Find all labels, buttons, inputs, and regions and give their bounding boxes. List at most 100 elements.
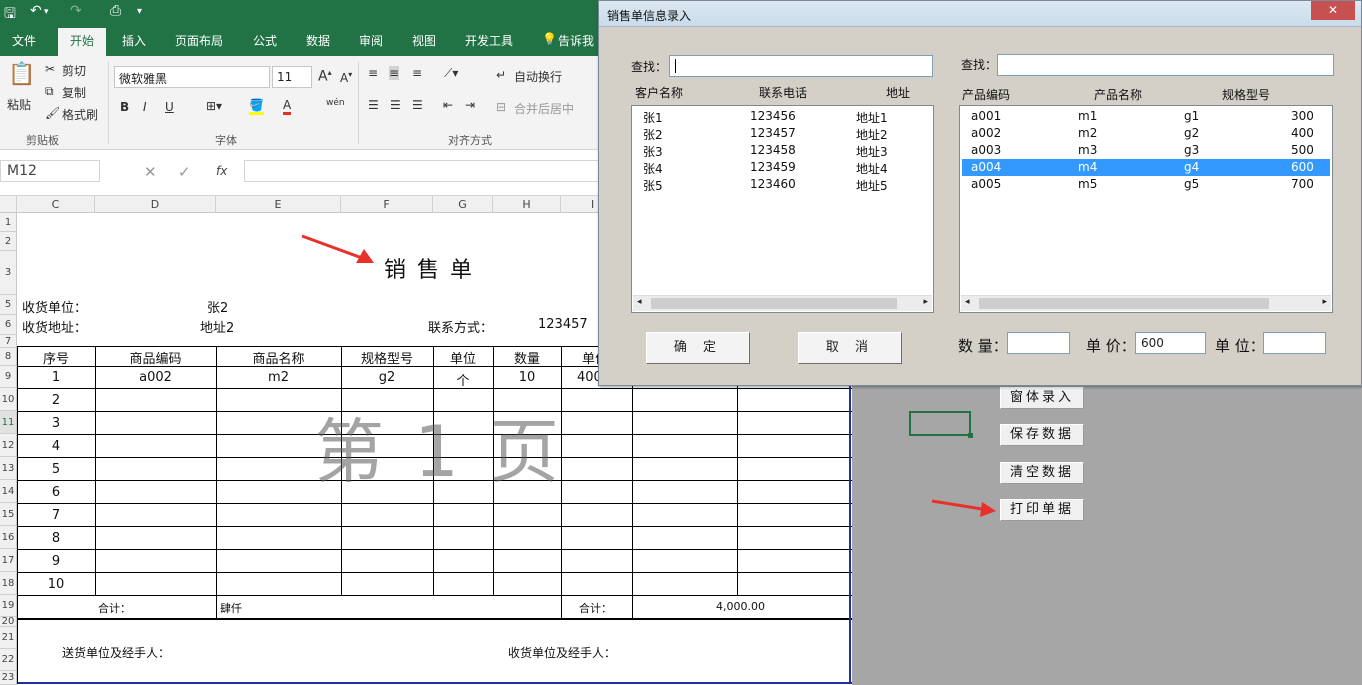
- italic-button[interactable]: I: [143, 100, 147, 114]
- merge-center-button[interactable]: 合并后居中: [514, 100, 574, 117]
- redo-icon[interactable]: ↷: [70, 3, 82, 19]
- enter-icon[interactable]: ✓: [178, 163, 191, 181]
- fill-handle[interactable]: [968, 433, 973, 438]
- table-cell[interactable]: m2: [216, 370, 341, 385]
- table-cell[interactable]: 5: [17, 462, 95, 477]
- list-item[interactable]: a005 m5 g5 700: [962, 176, 1330, 193]
- row-header[interactable]: 22: [0, 649, 17, 671]
- cancel-button[interactable]: 取 消: [798, 332, 902, 364]
- cancel-icon[interactable]: ✕: [144, 163, 157, 181]
- scroll-right-icon[interactable]: ▸: [923, 297, 928, 307]
- tab-developer[interactable]: 开发工具: [465, 32, 513, 49]
- name-box[interactable]: M12: [0, 160, 100, 182]
- print-preview-icon[interactable]: ⎙: [110, 3, 121, 19]
- customize-toolbar-icon[interactable]: ▾: [137, 6, 142, 17]
- table-cell[interactable]: 6: [17, 485, 95, 500]
- column-header[interactable]: F: [341, 196, 433, 213]
- list-item[interactable]: a003 m3 g3 500: [962, 142, 1330, 159]
- column-header[interactable]: G: [433, 196, 493, 213]
- table-cell[interactable]: 10: [493, 370, 561, 385]
- cut-button[interactable]: 剪切: [62, 62, 86, 79]
- copy-button[interactable]: 复制: [62, 84, 86, 101]
- horizontal-scrollbar[interactable]: ◂ ▸: [633, 295, 932, 311]
- product-list[interactable]: a001 m1 g1 300 a002 m2 g2 400 a003 m3 g3 500 a004…: [959, 105, 1333, 313]
- undo-dropdown-icon[interactable]: ▾: [44, 7, 49, 17]
- tab-tell-me[interactable]: 告诉我: [558, 32, 594, 49]
- row-header[interactable]: 12: [0, 434, 17, 457]
- table-cell[interactable]: 10: [17, 577, 95, 592]
- active-cell-outline[interactable]: [909, 411, 971, 436]
- scrollbar-thumb[interactable]: [651, 298, 897, 309]
- form-entry-button[interactable]: 窗体录入: [1000, 387, 1084, 409]
- table-cell[interactable]: 3: [17, 416, 95, 431]
- horizontal-scrollbar[interactable]: ◂ ▸: [961, 295, 1331, 311]
- row-header[interactable]: 18: [0, 572, 17, 595]
- list-item[interactable]: 张1 123456 地址1: [634, 108, 931, 125]
- row-header[interactable]: 14: [0, 480, 17, 503]
- table-cell[interactable]: a002: [95, 370, 216, 385]
- paste-button[interactable]: 粘贴: [7, 96, 31, 113]
- copy-icon[interactable]: ⧉: [45, 84, 54, 99]
- list-item[interactable]: a001 m1 g1 300: [962, 108, 1330, 125]
- price-input[interactable]: 600: [1135, 332, 1206, 354]
- merge-center-icon[interactable]: ⊟: [496, 100, 506, 114]
- row-header[interactable]: 3: [0, 251, 17, 295]
- cut-icon[interactable]: ✂: [45, 62, 55, 76]
- quantity-input[interactable]: [1007, 332, 1070, 354]
- row-header[interactable]: 17: [0, 549, 17, 572]
- align-top-icon[interactable]: ≡: [368, 66, 378, 80]
- increase-font-icon[interactable]: A▴: [318, 68, 332, 85]
- wrap-text-icon[interactable]: ↵: [496, 68, 506, 82]
- list-item[interactable]: 张5 123460 地址5: [634, 176, 931, 193]
- insert-function-button[interactable]: fx: [216, 164, 227, 178]
- undo-icon[interactable]: ↶: [30, 3, 42, 19]
- customer-search-input[interactable]: [669, 55, 933, 77]
- row-header[interactable]: 11: [0, 411, 17, 434]
- scroll-left-icon[interactable]: ◂: [637, 297, 642, 307]
- formula-input[interactable]: [244, 160, 600, 182]
- close-button[interactable]: ✕: [1311, 1, 1355, 20]
- table-cell[interactable]: 8: [17, 531, 95, 546]
- column-header[interactable]: C: [17, 196, 95, 213]
- table-cell[interactable]: 4: [17, 439, 95, 454]
- confirm-button[interactable]: 确 定: [646, 332, 750, 364]
- tab-view[interactable]: 视图: [412, 32, 436, 49]
- save-data-button[interactable]: 保存数据: [1000, 424, 1084, 446]
- decrease-indent-icon[interactable]: ⇤: [443, 98, 453, 112]
- align-left-icon[interactable]: ☰: [368, 98, 379, 112]
- tab-formulas[interactable]: 公式: [253, 32, 277, 49]
- scroll-left-icon[interactable]: ◂: [965, 297, 970, 307]
- list-item[interactable]: a002 m2 g2 400: [962, 125, 1330, 142]
- align-bottom-icon[interactable]: ≡: [412, 66, 422, 80]
- column-header[interactable]: E: [216, 196, 341, 213]
- format-painter-button[interactable]: 格式刷: [62, 106, 98, 123]
- row-header[interactable]: 1: [0, 213, 17, 232]
- table-cell[interactable]: 个: [433, 370, 493, 389]
- row-header[interactable]: 5: [0, 295, 17, 315]
- scrollbar-thumb[interactable]: [979, 298, 1269, 309]
- wrap-text-button[interactable]: 自动换行: [514, 68, 562, 85]
- increase-indent-icon[interactable]: ⇥: [465, 98, 475, 112]
- select-all-corner[interactable]: [0, 196, 17, 213]
- tell-me-icon[interactable]: 💡: [542, 32, 557, 46]
- scroll-right-icon[interactable]: ▸: [1322, 297, 1327, 307]
- align-middle-icon[interactable]: ≡: [389, 66, 400, 80]
- decrease-font-icon[interactable]: A▾: [340, 70, 352, 85]
- row-header[interactable]: 19: [0, 595, 17, 617]
- paste-icon[interactable]: 📋: [8, 62, 35, 87]
- table-cell[interactable]: g2: [341, 370, 433, 385]
- align-center-icon[interactable]: ☰: [390, 98, 401, 112]
- column-header[interactable]: H: [493, 196, 561, 213]
- list-item-selected[interactable]: a004 m4 g4 600: [962, 159, 1330, 176]
- row-header[interactable]: 20: [0, 617, 17, 627]
- row-header[interactable]: 13: [0, 457, 17, 480]
- list-item[interactable]: 张2 123457 地址2: [634, 125, 931, 142]
- print-invoice-button[interactable]: 打印单据: [1000, 499, 1084, 521]
- tab-review[interactable]: 审阅: [359, 32, 383, 49]
- row-header[interactable]: 21: [0, 627, 17, 649]
- table-cell[interactable]: 7: [17, 508, 95, 523]
- row-header[interactable]: 6: [0, 315, 17, 335]
- font-size-select[interactable]: 11: [272, 66, 312, 88]
- tab-page-layout[interactable]: 页面布局: [175, 32, 223, 49]
- table-cell[interactable]: 1: [17, 370, 95, 385]
